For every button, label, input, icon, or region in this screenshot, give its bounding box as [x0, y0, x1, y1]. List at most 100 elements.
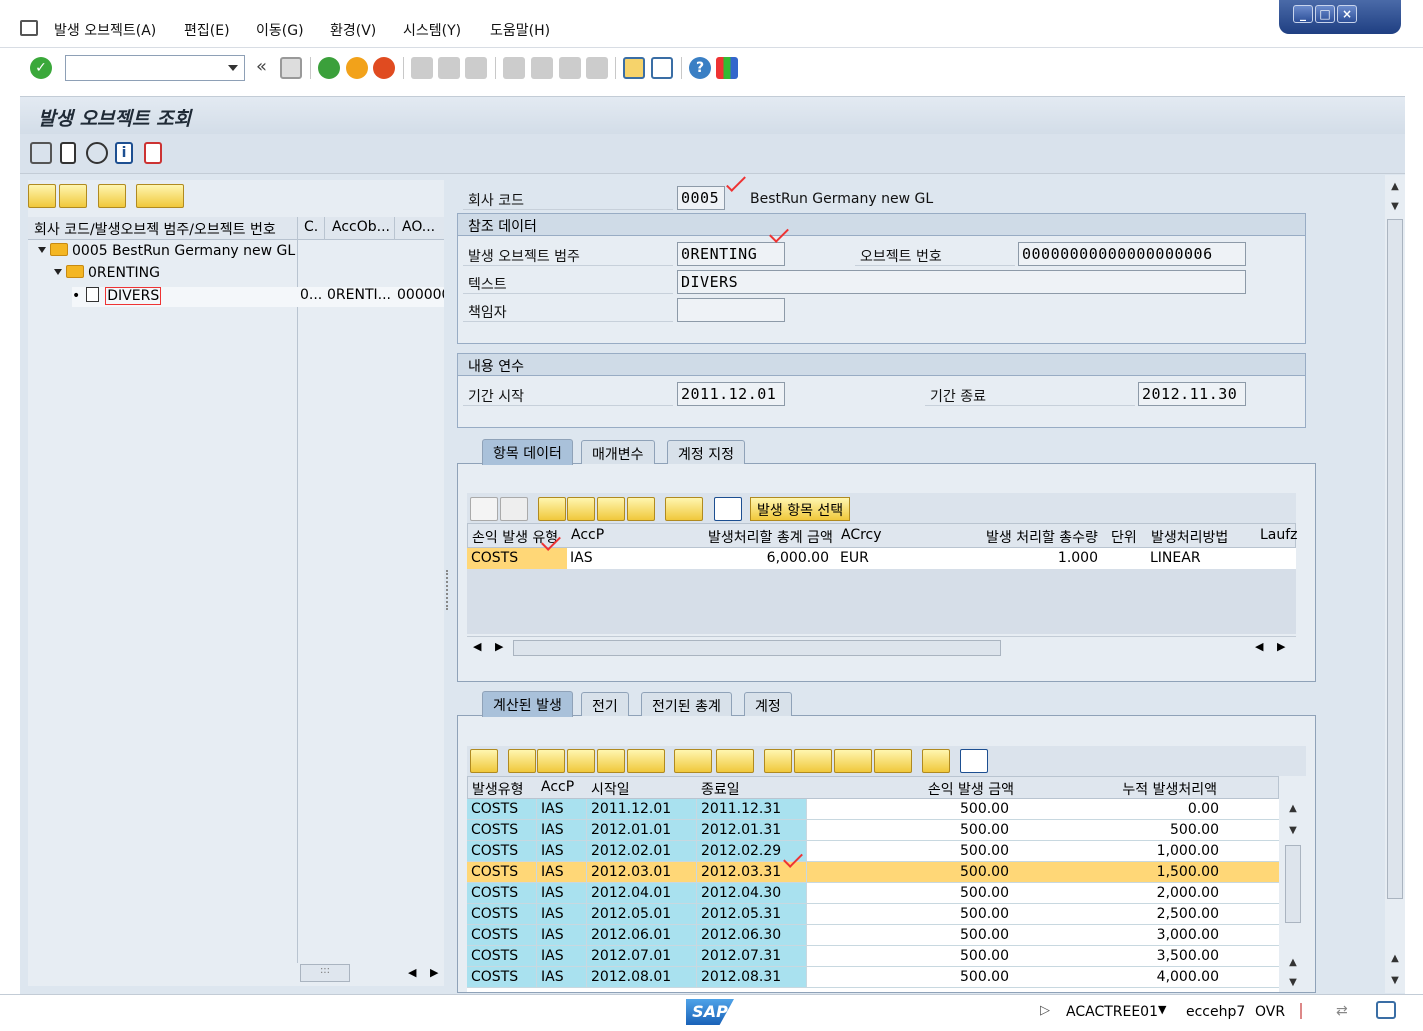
help-icon[interactable]: ?	[689, 57, 711, 79]
last-page-icon[interactable]	[586, 57, 608, 79]
print-icon[interactable]	[411, 57, 433, 79]
tree-layout-icon[interactable]	[136, 184, 184, 208]
col-accp[interactable]: AccP	[541, 779, 574, 795]
company-code-field[interactable]: 0005	[677, 186, 725, 210]
menu-goto[interactable]: 이동(G)	[256, 20, 304, 40]
dropdown-arrow-icon[interactable]	[228, 65, 238, 71]
col-acrcy[interactable]: ACrcy	[841, 527, 882, 543]
next-page-icon[interactable]	[559, 57, 581, 79]
scroll-up-icon[interactable]: ▲	[1387, 951, 1403, 967]
scroll-left-icon[interactable]: ◀	[408, 966, 416, 979]
maximize-icon[interactable]: □	[1315, 5, 1335, 23]
scroll-down-icon[interactable]: ▼	[1285, 975, 1301, 991]
refresh-icon[interactable]	[86, 142, 108, 164]
sort-asc-icon[interactable]	[508, 749, 536, 773]
calc-grid-row[interactable]: COSTS IAS 2012.08.01 2012.08.31 500.00 4,000.…	[467, 967, 1279, 988]
shortcut-icon[interactable]	[651, 57, 673, 79]
create-row-icon[interactable]	[470, 497, 498, 521]
sort-desc-icon[interactable]	[567, 497, 595, 521]
grid-find-next-icon[interactable]	[627, 497, 655, 521]
grid-find-icon[interactable]	[567, 749, 595, 773]
tree-hscroll[interactable]: :::	[300, 964, 350, 982]
graphic-icon[interactable]	[922, 749, 950, 773]
status-lock-icon[interactable]	[1376, 1001, 1396, 1019]
calc-grid-row[interactable]: COSTS IAS 2012.07.01 2012.07.31 500.00 3,500.…	[467, 946, 1279, 967]
detail-icon[interactable]	[470, 749, 498, 773]
select-items-button[interactable]: 발생 항목 선택	[750, 497, 851, 521]
tree-header-c[interactable]: C.	[304, 219, 330, 235]
info-icon[interactable]: i	[115, 142, 133, 164]
calc-grid-row[interactable]: COSTS IAS 2012.04.01 2012.04.30 500.00 2,000.…	[467, 883, 1279, 904]
menu-edit[interactable]: 편집(E)	[184, 20, 230, 40]
display-change-icon[interactable]	[30, 142, 52, 164]
tree-node-category[interactable]: 0RENTING	[54, 265, 160, 281]
sort-asc-icon[interactable]	[538, 497, 566, 521]
menu-icon[interactable]	[20, 20, 38, 36]
status-expand-icon[interactable]: ▷	[1040, 1003, 1050, 1018]
col-cumulative[interactable]: 누적 발생처리액	[1122, 779, 1217, 799]
save-icon[interactable]	[280, 57, 302, 79]
tab-account[interactable]: 계정	[744, 692, 792, 716]
tab-item-data[interactable]: 항목 데이터	[482, 439, 573, 465]
scroll-left-icon[interactable]: ◀	[1255, 640, 1263, 653]
item-grid-hscroll[interactable]: ◀ ▶ ◀ ▶	[467, 636, 1296, 658]
calc-grid-vscroll[interactable]: ▲ ▼ ▲ ▼	[1283, 799, 1303, 992]
status-mode[interactable]: OVR	[1255, 1004, 1285, 1020]
calc-grid-row[interactable]: COSTS IAS 2012.05.01 2012.05.31 500.00 2,500.…	[467, 904, 1279, 925]
scroll-up-icon[interactable]: ▲	[1285, 801, 1301, 817]
subtotal-icon[interactable]	[716, 749, 754, 773]
find-next-icon[interactable]	[465, 57, 487, 79]
prev-page-icon[interactable]	[531, 57, 553, 79]
start-field[interactable]: 2011.12.01	[677, 382, 785, 406]
col-type[interactable]: 발생유형	[472, 779, 524, 799]
filter-icon[interactable]	[627, 749, 665, 773]
main-vscroll[interactable]: ▲ ▼ ▲ ▼	[1385, 175, 1405, 993]
grid-layout-icon[interactable]	[874, 749, 912, 773]
col-laufz[interactable]: Laufz	[1260, 527, 1298, 543]
sum-icon[interactable]	[674, 749, 712, 773]
tree-header-accob[interactable]: AccOb...	[332, 219, 394, 235]
status-dropdown-icon[interactable]: ▼	[1158, 1003, 1166, 1016]
scroll-up-icon[interactable]: ▲	[1387, 179, 1403, 195]
copy-icon[interactable]	[144, 142, 162, 164]
menu-system[interactable]: 시스템(Y)	[403, 20, 461, 40]
col-end[interactable]: 종료일	[701, 779, 740, 799]
col-total-amount[interactable]: 발생처리할 총계 금액	[708, 527, 833, 547]
layout-icon[interactable]	[716, 57, 738, 79]
col-method[interactable]: 발생처리방법	[1151, 527, 1228, 547]
tree-node-company[interactable]: 0005 BestRun Germany new GL	[38, 243, 295, 259]
scroll-down-icon[interactable]: ▼	[1387, 199, 1403, 215]
col-unit[interactable]: 단위	[1111, 527, 1137, 547]
document-icon[interactable]	[60, 142, 76, 164]
menu-help[interactable]: 도움말(H)	[490, 20, 550, 40]
sort-desc-icon[interactable]	[537, 749, 565, 773]
find-icon[interactable]	[438, 57, 460, 79]
export-icon[interactable]	[834, 749, 872, 773]
menu-occurrence-object[interactable]: 발생 오브젝트(A)	[54, 20, 156, 40]
exit-icon[interactable]	[346, 57, 368, 79]
cancel-icon[interactable]	[373, 57, 395, 79]
tab-posting[interactable]: 전기	[581, 692, 629, 716]
close-icon[interactable]: ×	[1337, 5, 1357, 23]
menu-environment[interactable]: 환경(V)	[330, 20, 376, 40]
calc-grid-row[interactable]: COSTS IAS 2012.06.01 2012.06.30 500.00 3,000.…	[467, 925, 1279, 946]
grid-layout-icon[interactable]	[665, 497, 703, 521]
col-amount[interactable]: 손익 발생 금액	[928, 779, 1014, 799]
tab-parameters[interactable]: 매개변수	[581, 440, 655, 464]
command-field[interactable]	[65, 55, 245, 81]
calc-grid-row[interactable]: COSTS IAS 2011.12.01 2011.12.31 500.00 0.00	[467, 799, 1279, 820]
delete-row-icon[interactable]	[500, 497, 528, 521]
first-page-icon[interactable]	[503, 57, 525, 79]
scroll-left-icon[interactable]: ◀	[473, 640, 481, 653]
grid-info-icon[interactable]	[714, 497, 742, 521]
check-icon[interactable]: ✓	[30, 57, 52, 79]
scroll-up-icon[interactable]: ▲	[1285, 955, 1301, 971]
views-icon[interactable]	[794, 749, 832, 773]
end-field[interactable]: 2012.11.30	[1138, 382, 1246, 406]
scroll-right-icon[interactable]: ▶	[430, 966, 438, 979]
scroll-right-icon[interactable]: ▶	[495, 640, 503, 653]
scroll-right-icon[interactable]: ▶	[1277, 640, 1285, 653]
expand-all-icon[interactable]	[28, 184, 56, 208]
object-no-field[interactable]: 00000000000000000006	[1018, 242, 1246, 266]
grid-find-next-icon[interactable]	[597, 749, 625, 773]
